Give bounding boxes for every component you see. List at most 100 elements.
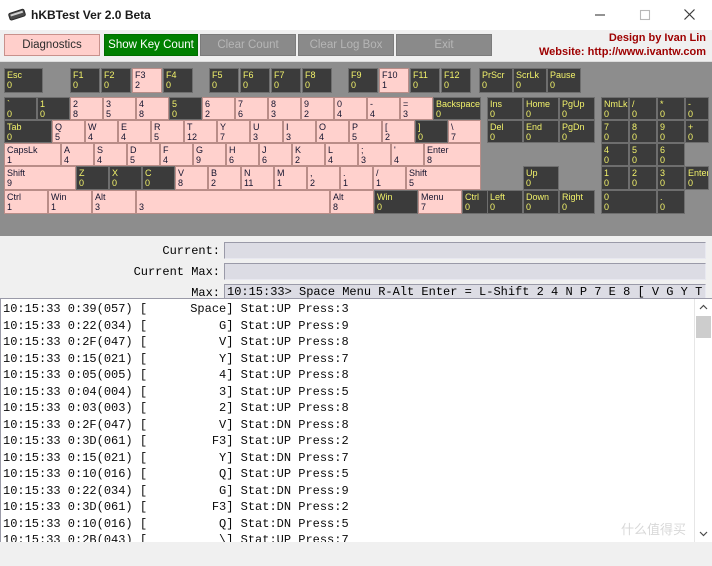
key-sym-1-19[interactable]: * 0 xyxy=(657,97,685,120)
key-9-1-9[interactable]: 92 xyxy=(301,97,334,120)
key-d-3-3[interactable]: D5 xyxy=(127,143,160,166)
key-nmlk-1-17[interactable]: NmLk 0 xyxy=(601,97,629,120)
scroll-up-arrow[interactable] xyxy=(695,299,712,316)
key-6-3-16[interactable]: 60 xyxy=(657,143,685,166)
key-a-3-1[interactable]: A4 xyxy=(61,143,94,166)
key-up-4-12[interactable]: Up 0 xyxy=(523,166,559,190)
key-r-2-4[interactable]: R5 xyxy=(151,120,184,143)
key-4-3-14[interactable]: 40 xyxy=(601,143,629,166)
minimize-icon[interactable] xyxy=(577,0,622,29)
key-2-1-2[interactable]: 28 xyxy=(70,97,103,120)
key-ctrl-5-0[interactable]: Ctrl 1 xyxy=(4,190,48,214)
key-f3-0-3[interactable]: F3 2 xyxy=(132,68,162,93)
exit-button[interactable]: Exit xyxy=(396,34,492,56)
key-1-4-13[interactable]: 10 xyxy=(601,166,629,190)
key-backspace-1-13[interactable]: Backspace 0 xyxy=(433,97,481,120)
key-f5-0-5[interactable]: F5 0 xyxy=(209,68,239,93)
key-s-3-2[interactable]: S4 xyxy=(94,143,127,166)
show-key-count-button[interactable]: Show Key Count xyxy=(104,34,198,56)
key-enter-4-16[interactable]: Enter 0 xyxy=(685,166,709,190)
key-right-5-10[interactable]: Right 0 xyxy=(559,190,595,214)
scrollbar-track[interactable] xyxy=(695,338,712,525)
key-shift-4-0[interactable]: Shift 9 xyxy=(4,166,76,190)
key-1-1-1[interactable]: 10 xyxy=(37,97,70,120)
key-k-3-8[interactable]: K2 xyxy=(292,143,325,166)
key-sym-2-13[interactable]: \ 7 xyxy=(448,120,481,143)
key-2-4-14[interactable]: 20 xyxy=(629,166,657,190)
key-o-2-9[interactable]: O4 xyxy=(316,120,349,143)
key-esc-0-0[interactable]: Esc 0 xyxy=(4,68,43,93)
key-f11-0-11[interactable]: F11 0 xyxy=(410,68,440,93)
key-pgdn-2-16[interactable]: PgDn 0 xyxy=(559,120,595,143)
key-q-2-1[interactable]: Q5 xyxy=(52,120,85,143)
key-p-2-10[interactable]: P5 xyxy=(349,120,382,143)
key-win-5-1[interactable]: Win 1 xyxy=(48,190,92,214)
key-m-4-7[interactable]: M1 xyxy=(274,166,307,190)
key-0-5-11[interactable]: 00 xyxy=(601,190,657,214)
key-z-4-1[interactable]: Z0 xyxy=(76,166,109,190)
key-7-2-17[interactable]: 70 xyxy=(601,120,629,143)
key-4-1-4[interactable]: 48 xyxy=(136,97,169,120)
key-h-3-6[interactable]: H6 xyxy=(226,143,259,166)
key-f7-0-7[interactable]: F7 0 xyxy=(271,68,301,93)
key-scrlk-0-14[interactable]: ScrLk 0 xyxy=(513,68,547,93)
close-icon[interactable] xyxy=(667,0,712,29)
key-w-2-2[interactable]: W4 xyxy=(85,120,118,143)
key-f12-0-12[interactable]: F12 0 xyxy=(441,68,471,93)
key-8-2-18[interactable]: 80 xyxy=(629,120,657,143)
key-l-3-9[interactable]: L4 xyxy=(325,143,358,166)
key-f4-0-4[interactable]: F4 0 xyxy=(163,68,193,93)
key-n-4-6[interactable]: N 11 xyxy=(241,166,274,190)
key-f-3-4[interactable]: F4 xyxy=(160,143,193,166)
clear-log-box-button[interactable]: Clear Log Box xyxy=(298,34,394,56)
key-capslk-3-0[interactable]: CapsLk 1 xyxy=(4,143,61,166)
key-alt-5-4[interactable]: Alt 8 xyxy=(330,190,374,214)
log-scrollbar[interactable] xyxy=(694,299,712,542)
key-end-2-15[interactable]: End 0 xyxy=(523,120,559,143)
scrollbar-thumb[interactable] xyxy=(696,316,711,338)
key-5-3-15[interactable]: 50 xyxy=(629,143,657,166)
key-shift-4-11[interactable]: Shift 5 xyxy=(406,166,481,190)
key-alt-5-2[interactable]: Alt 3 xyxy=(92,190,136,214)
key-u-2-7[interactable]: U3 xyxy=(250,120,283,143)
diagnostics-button[interactable]: Diagnostics xyxy=(4,34,100,56)
key-6-1-6[interactable]: 62 xyxy=(202,97,235,120)
key-sym-3-10[interactable]: ; 3 xyxy=(358,143,391,166)
key-del-2-14[interactable]: Del 0 xyxy=(487,120,523,143)
key-sym-2-20[interactable]: +0 xyxy=(685,120,709,143)
key-sym-4-9[interactable]: .1 xyxy=(340,166,373,190)
key-sym-1-11[interactable]: -4 xyxy=(367,97,400,120)
key-t-2-5[interactable]: T 12 xyxy=(184,120,217,143)
key-blank-5-3[interactable]: 3 xyxy=(136,190,330,214)
key-f8-0-8[interactable]: F8 0 xyxy=(302,68,332,93)
key-home-1-15[interactable]: Home 0 xyxy=(523,97,559,120)
key-enter-3-12[interactable]: Enter 8 xyxy=(424,143,481,166)
key-sym-2-11[interactable]: [2 xyxy=(382,120,415,143)
credit-website[interactable]: Website: http://www.ivantw.com xyxy=(539,45,706,59)
key-f2-0-2[interactable]: F2 0 xyxy=(101,68,131,93)
key-sym-1-18[interactable]: /0 xyxy=(629,97,657,120)
key-f6-0-6[interactable]: F6 0 xyxy=(240,68,270,93)
key-j-3-7[interactable]: J6 xyxy=(259,143,292,166)
key-8-1-8[interactable]: 83 xyxy=(268,97,301,120)
key-down-5-9[interactable]: Down 0 xyxy=(523,190,559,214)
key-sym-5-12[interactable]: .0 xyxy=(657,190,685,214)
key-sym-4-8[interactable]: ,2 xyxy=(307,166,340,190)
key-i-2-8[interactable]: I3 xyxy=(283,120,316,143)
key-v-4-4[interactable]: V8 xyxy=(175,166,208,190)
key-f9-0-9[interactable]: F9 0 xyxy=(348,68,378,93)
key-win-5-5[interactable]: Win 0 xyxy=(374,190,418,214)
key-3-4-15[interactable]: 30 xyxy=(657,166,685,190)
scroll-down-arrow[interactable] xyxy=(695,525,712,542)
key-prscr-0-13[interactable]: PrScr 0 xyxy=(479,68,513,93)
log-line-list[interactable]: 10:15:33 0:39(057) [ Space] Stat:UP Pres… xyxy=(1,299,695,542)
key-g-3-5[interactable]: G9 xyxy=(193,143,226,166)
key-pgup-1-16[interactable]: PgUp 0 xyxy=(559,97,595,120)
key-0-1-10[interactable]: 04 xyxy=(334,97,367,120)
key-x-4-2[interactable]: X0 xyxy=(109,166,142,190)
key-7-1-7[interactable]: 76 xyxy=(235,97,268,120)
key-f1-0-1[interactable]: F1 0 xyxy=(70,68,100,93)
key-sym-3-11[interactable]: ' 4 xyxy=(391,143,424,166)
key-pause-0-15[interactable]: Pause 0 xyxy=(547,68,581,93)
key-c-4-3[interactable]: C0 xyxy=(142,166,175,190)
